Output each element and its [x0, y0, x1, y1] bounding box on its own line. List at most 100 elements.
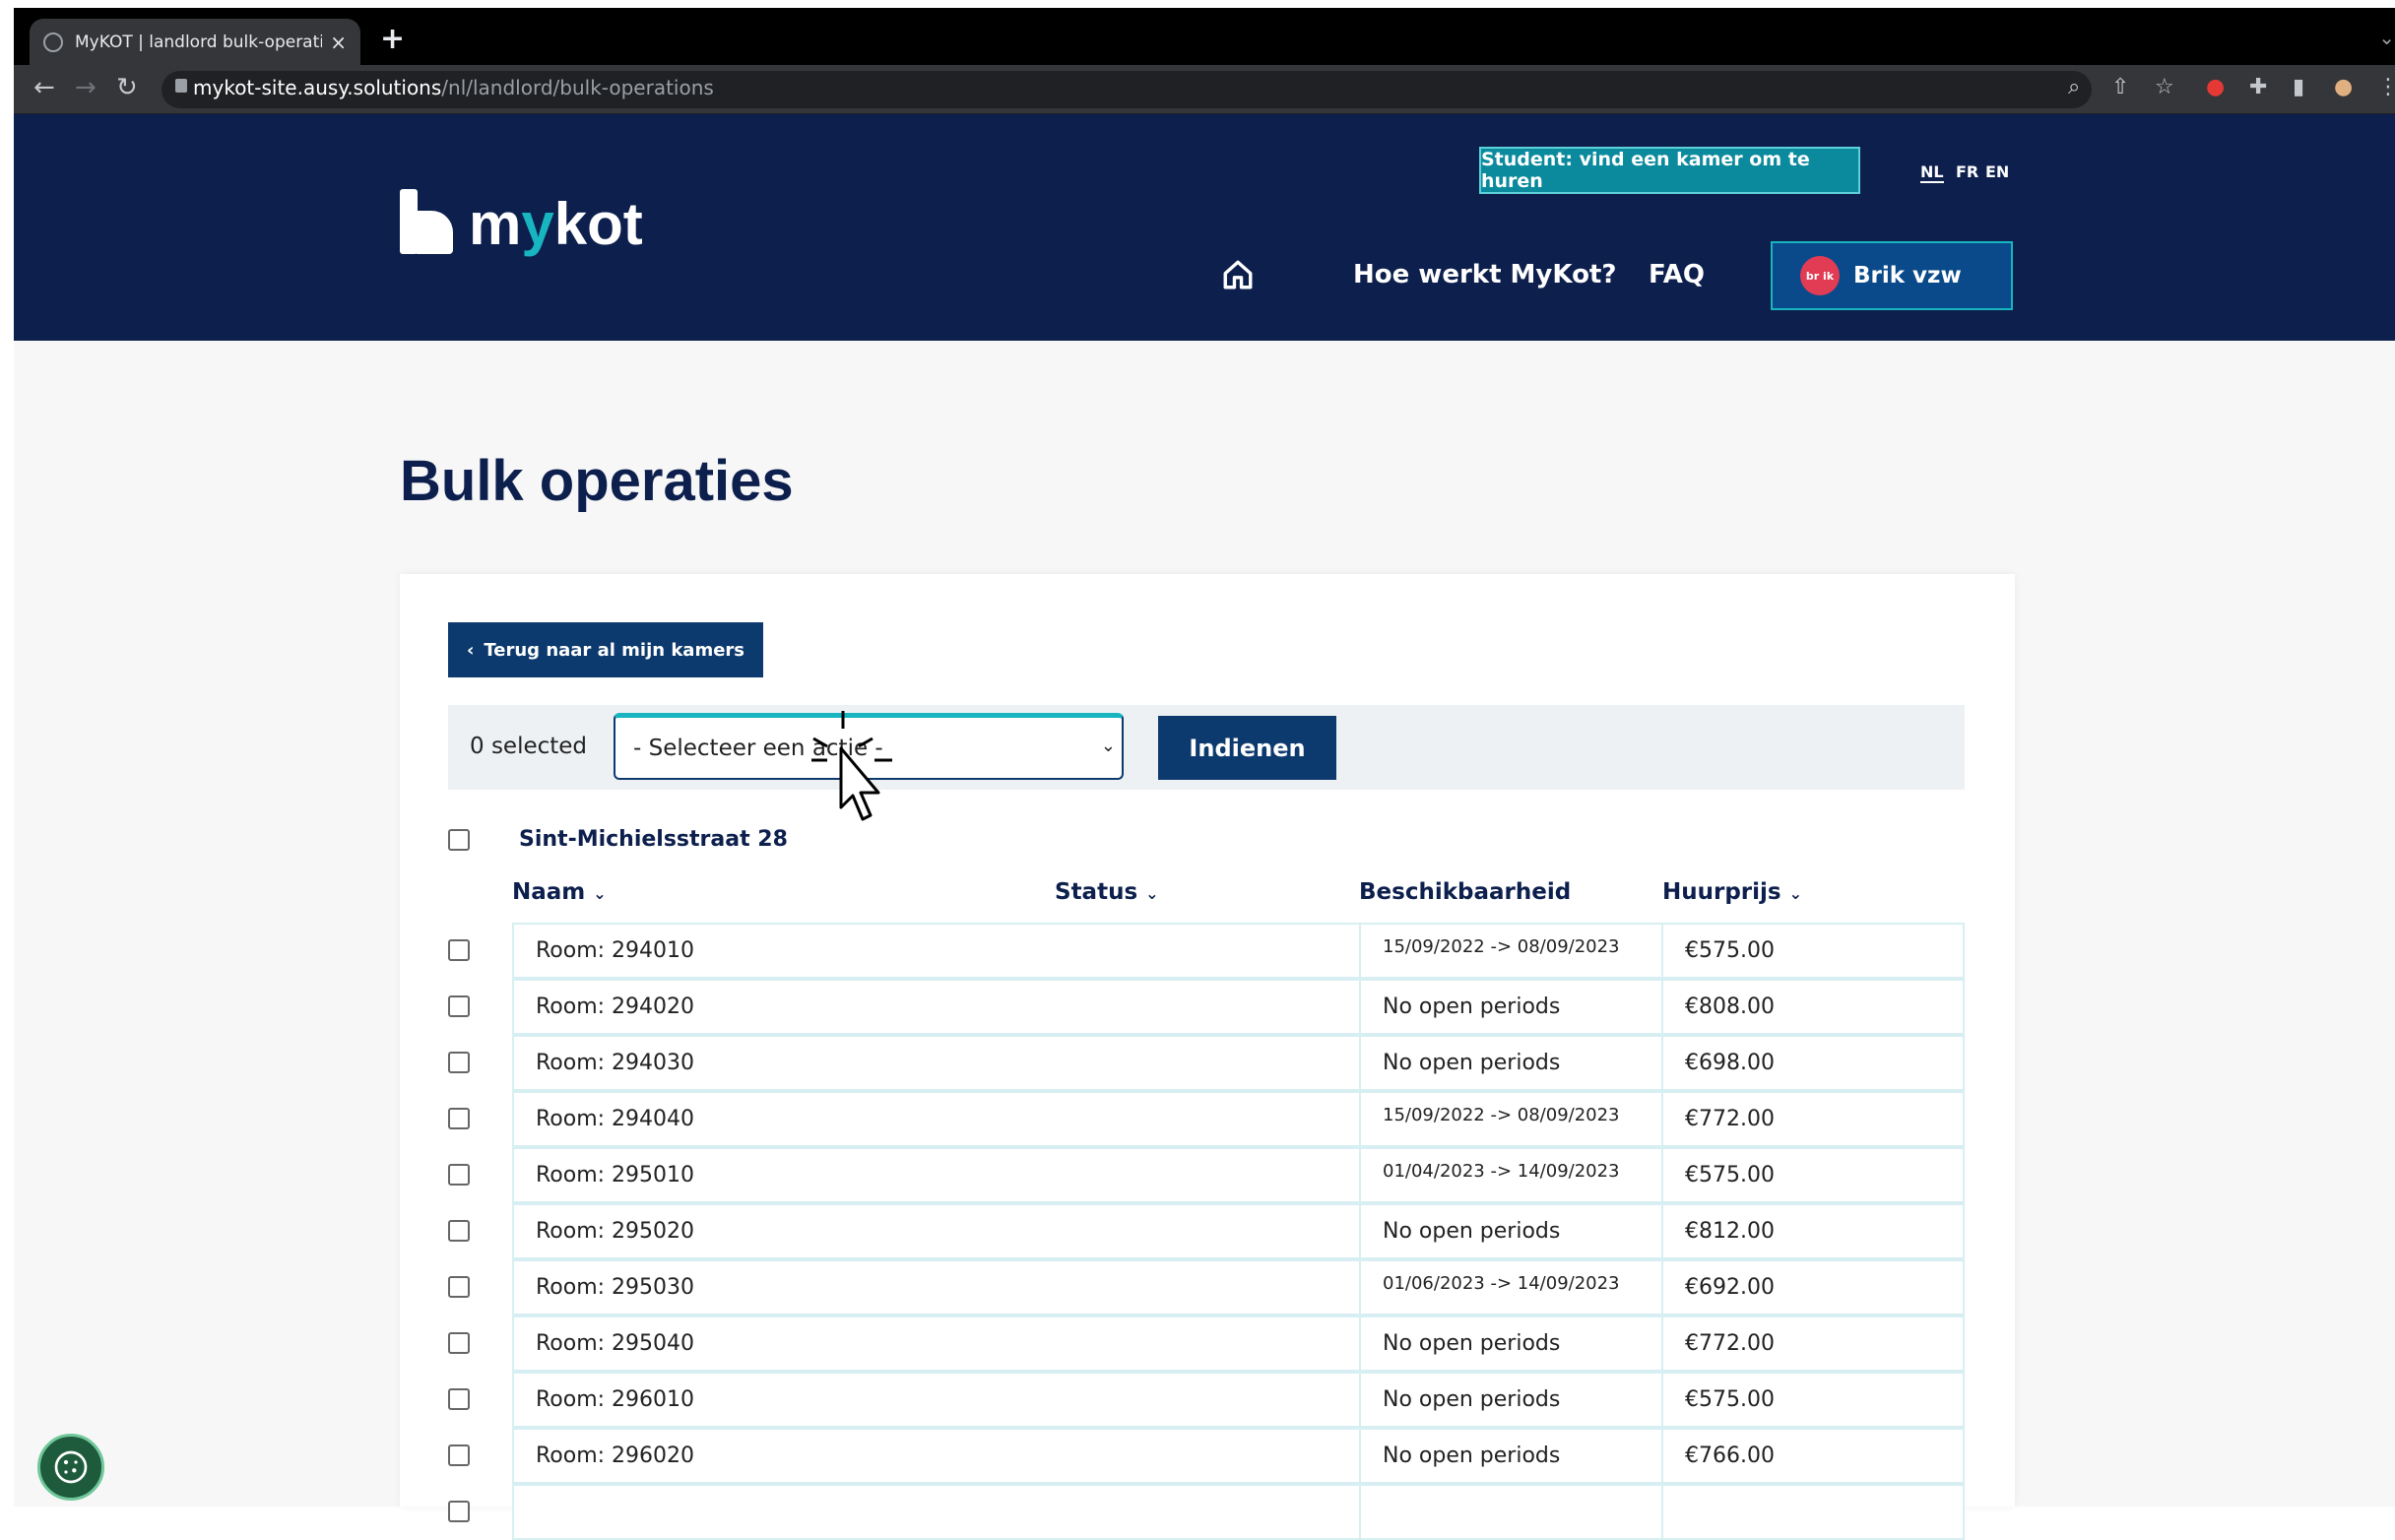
row-select-checkbox[interactable]: [448, 1501, 470, 1522]
row-select-checkbox[interactable]: [448, 1164, 470, 1186]
availability-cell: No open periods: [1359, 1203, 1663, 1259]
table-row[interactable]: [512, 1484, 1965, 1540]
table-row[interactable]: Room: 296010 No open periods €575.00: [512, 1372, 1965, 1428]
price-cell: €575.00: [1661, 1372, 1965, 1428]
column-header-availability: Beschikbaarheid: [1359, 879, 1572, 905]
row-select-checkbox[interactable]: [448, 1332, 470, 1354]
price-cell: €808.00: [1661, 979, 1965, 1035]
room-name-cell: Room: 296010: [512, 1372, 1361, 1428]
row-select-checkbox[interactable]: [448, 1108, 470, 1129]
price-cell: €575.00: [1661, 1147, 1965, 1203]
puzzle-extensions-icon[interactable]: ✚: [2249, 75, 2267, 99]
back-to-rooms-button[interactable]: ‹ Terug naar al mijn kamers: [448, 622, 763, 677]
new-tab-button[interactable]: +: [380, 22, 405, 56]
student-find-room-button[interactable]: Student: vind een kamer om te huren: [1479, 147, 1860, 194]
logo-text: mykot: [469, 191, 643, 257]
chevron-down-icon: ⌄: [1100, 736, 1116, 756]
user-name: Brik vzw: [1853, 263, 1962, 289]
site-header: [14, 114, 2395, 341]
room-name-cell: Room: 295020: [512, 1203, 1361, 1259]
user-avatar: br ik: [1800, 256, 1840, 295]
table-row[interactable]: Room: 295040 No open periods €772.00: [512, 1315, 1965, 1372]
table-row[interactable]: Room: 294020 No open periods €808.00: [512, 979, 1965, 1035]
sort-chevron-icon: ⌄: [593, 884, 607, 903]
lang-fr[interactable]: FR: [1956, 162, 1978, 181]
room-name-cell: Room: 295040: [512, 1315, 1361, 1372]
availability-cell: No open periods: [1359, 979, 1663, 1035]
price-cell: €772.00: [1661, 1315, 1965, 1372]
table-row[interactable]: Room: 295010 01/04/2023 -> 14/09/2023 €575…: [512, 1147, 1965, 1203]
room-name-cell: Room: 296020: [512, 1428, 1361, 1484]
forward-arrow-icon[interactable]: →: [75, 73, 97, 102]
availability-cell: No open periods: [1359, 1035, 1663, 1091]
sort-chevron-icon: ⌄: [1788, 884, 1803, 903]
price-cell: €698.00: [1661, 1035, 1965, 1091]
row-select-checkbox[interactable]: [448, 1052, 470, 1073]
availability-cell: 01/06/2023 -> 14/09/2023: [1359, 1259, 1663, 1315]
table-row[interactable]: Room: 296020 No open periods €766.00: [512, 1428, 1965, 1484]
browser-tab[interactable]: MyKOT | landlord bulk-operatio ×: [30, 19, 360, 66]
lang-nl[interactable]: NL: [1920, 162, 1944, 183]
table-row[interactable]: Room: 294030 No open periods €698.00: [512, 1035, 1965, 1091]
back-button-label: Terug naar al mijn kamers: [484, 639, 745, 661]
url-text[interactable]: mykot-site.ausy.solutions/nl/landlord/bu…: [193, 76, 714, 99]
mykot-k-logo-icon: [400, 189, 455, 254]
column-header-price[interactable]: Huurprijs ⌄: [1662, 879, 1802, 905]
column-header-status[interactable]: Status ⌄: [1055, 879, 1159, 905]
room-name-cell: Room: 295030: [512, 1259, 1361, 1315]
back-arrow-icon[interactable]: ←: [33, 73, 55, 102]
globe-icon: [43, 32, 63, 52]
price-cell: €772.00: [1661, 1091, 1965, 1147]
sort-chevron-icon: ⌄: [1145, 884, 1159, 903]
browser-tab-bar: MyKOT | landlord bulk-operatio × + ⌄: [14, 8, 2395, 66]
lang-en[interactable]: EN: [1985, 162, 2009, 181]
row-select-checkbox[interactable]: [448, 995, 470, 1017]
extension-icon[interactable]: ●: [2206, 75, 2225, 99]
nav-faq[interactable]: FAQ: [1649, 260, 1705, 289]
availability-cell: No open periods: [1359, 1428, 1663, 1484]
submit-button[interactable]: Indienen: [1158, 716, 1336, 780]
availability-cell: No open periods: [1359, 1372, 1663, 1428]
availability-cell: 15/09/2022 -> 08/09/2023: [1359, 1091, 1663, 1147]
menu-kebab-icon[interactable]: ⋮: [2377, 75, 2395, 99]
user-account-button[interactable]: br ik Brik vzw: [1771, 241, 2013, 310]
row-select-checkbox[interactable]: [448, 1444, 470, 1466]
room-name-cell: Room: 294040: [512, 1091, 1361, 1147]
row-select-checkbox[interactable]: [448, 1276, 470, 1298]
zoom-icon[interactable]: ⌕: [2068, 75, 2080, 99]
availability-cell: 01/04/2023 -> 14/09/2023: [1359, 1147, 1663, 1203]
table-row[interactable]: Room: 294010 15/09/2022 -> 08/09/2023 €575…: [512, 923, 1965, 979]
tab-close-icon[interactable]: ×: [330, 31, 347, 54]
home-icon[interactable]: [1221, 258, 1255, 295]
row-select-checkbox[interactable]: [448, 1388, 470, 1410]
availability-cell: 15/09/2022 -> 08/09/2023: [1359, 923, 1663, 979]
tab-list-chevron-icon[interactable]: ⌄: [2378, 26, 2395, 49]
page-title: Bulk operaties: [400, 449, 794, 513]
table-row[interactable]: Room: 295020 No open periods €812.00: [512, 1203, 1965, 1259]
room-name-cell: Room: 294010: [512, 923, 1361, 979]
nav-how-it-works[interactable]: Hoe werkt MyKot?: [1353, 260, 1616, 289]
mykot-logo[interactable]: mykot: [400, 189, 643, 254]
room-name-cell: [512, 1484, 1361, 1540]
price-cell: €692.00: [1661, 1259, 1965, 1315]
group-select-checkbox[interactable]: [448, 829, 470, 851]
profile-avatar-icon[interactable]: ●: [2334, 75, 2353, 99]
side-panel-icon[interactable]: ▮: [2293, 75, 2304, 99]
selected-count: 0 selected: [470, 734, 588, 759]
row-select-checkbox[interactable]: [448, 939, 470, 961]
tab-title: MyKOT | landlord bulk-operatio: [75, 32, 323, 52]
table-row[interactable]: Room: 294040 15/09/2022 -> 08/09/2023 €772…: [512, 1091, 1965, 1147]
table-row[interactable]: Room: 295030 01/06/2023 -> 14/09/2023 €692…: [512, 1259, 1965, 1315]
bookmark-star-icon[interactable]: ☆: [2155, 75, 2174, 99]
cookie-settings-button[interactable]: [37, 1434, 104, 1501]
row-select-checkbox[interactable]: [448, 1220, 470, 1242]
room-name-cell: Room: 294020: [512, 979, 1361, 1035]
mouse-cursor-icon: [811, 711, 892, 821]
price-cell: [1661, 1484, 1965, 1540]
lock-icon: [175, 79, 187, 93]
availability-cell: No open periods: [1359, 1315, 1663, 1372]
share-icon[interactable]: ⇧: [2111, 75, 2129, 99]
reload-icon[interactable]: ↻: [116, 73, 138, 102]
column-header-name[interactable]: Naam ⌄: [512, 879, 607, 905]
room-name-cell: Room: 295010: [512, 1147, 1361, 1203]
